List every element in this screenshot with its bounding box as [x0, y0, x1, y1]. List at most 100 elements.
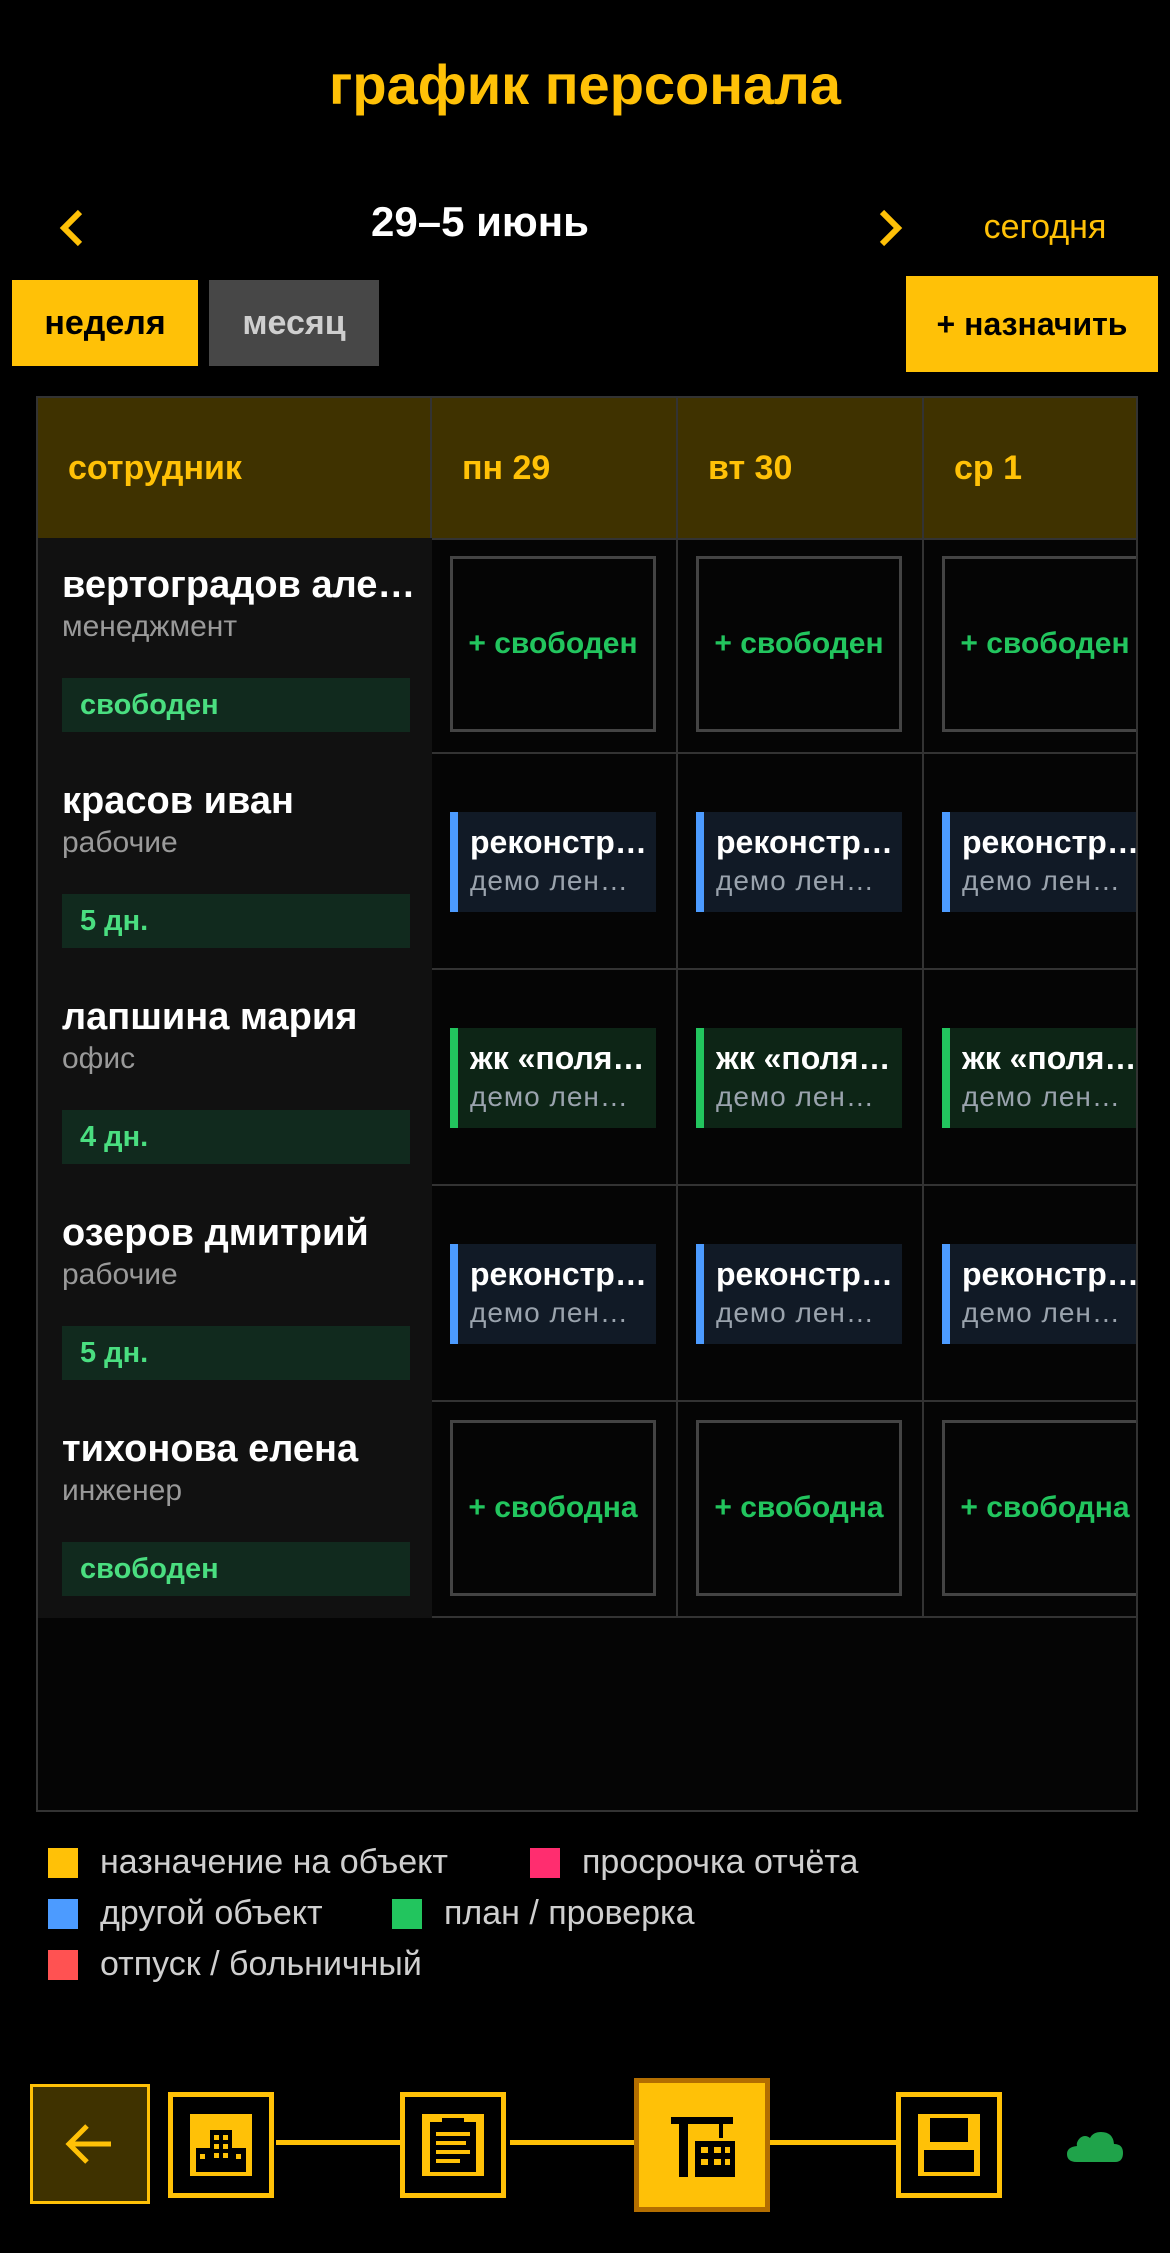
column-header-employee: сотрудник — [38, 398, 432, 538]
day-cell: + свободна — [678, 1402, 924, 1618]
date-range: 29–5 июнь — [371, 198, 589, 245]
column-header-day: вт 30 — [678, 398, 924, 538]
legend-label: отпуск / больничный — [100, 1945, 422, 1983]
floppy-disk-icon — [918, 2114, 980, 2176]
assignment-card[interactable]: реконстр… демо лен… — [696, 1244, 902, 1344]
nav-connector — [770, 2140, 896, 2145]
employee-cell[interactable]: озеров дмитрий рабочие 5 дн. — [38, 1186, 432, 1402]
assignment-address: демо лен… — [470, 1297, 629, 1328]
assignment-object: реконстр… — [716, 1256, 893, 1292]
assignment-card[interactable]: реконстр… демо лен… — [450, 812, 656, 912]
legend-item: план / проверка — [392, 1894, 695, 1933]
free-slot-button[interactable]: + свободен — [942, 556, 1136, 732]
assignment-card[interactable]: реконстр… демо лен… — [696, 812, 902, 912]
table-row: красов иван рабочие 5 дн. реконстр… демо… — [38, 754, 1136, 970]
employee-name: вертоградов але… — [62, 564, 416, 606]
legend-swatch — [48, 1847, 78, 1878]
assignment-color-bar — [450, 812, 458, 912]
employee-department: инженер — [62, 1474, 183, 1507]
assignment-object: реконстр… — [962, 824, 1138, 860]
table-row: вертоградов але… менеджмент свободен + с… — [38, 538, 1136, 754]
assignment-object: жк «поля… — [470, 1040, 645, 1076]
employee-name: красов иван — [62, 780, 294, 822]
legend-label: план / проверка — [444, 1894, 695, 1932]
employee-cell[interactable]: вертоградов але… менеджмент свободен — [38, 538, 432, 754]
table-row: тихонова елена инженер свободен + свобод… — [38, 1402, 1136, 1618]
legend-label: просрочка отчёта — [582, 1843, 859, 1881]
employee-department: рабочие — [62, 1258, 178, 1291]
legend-label: назначение на объект — [100, 1843, 448, 1881]
assignment-color-bar — [942, 1244, 950, 1344]
assignment-address: демо лен… — [716, 865, 875, 896]
legend-swatch — [48, 1898, 78, 1929]
employee-cell[interactable]: красов иван рабочие 5 дн. — [38, 754, 432, 970]
day-cell: жк «поля… демо лен… — [432, 970, 678, 1186]
day-cell: жк «поля… демо лен… — [678, 970, 924, 1186]
assign-button[interactable]: + назначить — [906, 276, 1158, 372]
assignment-card[interactable]: реконстр… демо лен… — [942, 812, 1138, 912]
prev-week-button[interactable] — [42, 198, 102, 258]
objects-button[interactable] — [168, 2092, 274, 2198]
status-badge: 5 дн. — [62, 894, 410, 948]
assignment-color-bar — [942, 812, 950, 912]
status-badge: свободен — [62, 1542, 410, 1596]
assignment-card[interactable]: жк «поля… демо лен… — [450, 1028, 656, 1128]
assignment-object: реконстр… — [962, 1256, 1138, 1292]
assignment-object: жк «поля… — [716, 1040, 891, 1076]
legend-swatch — [530, 1847, 560, 1878]
reports-button[interactable] — [400, 2092, 506, 2198]
today-button[interactable]: сегодня — [960, 208, 1130, 247]
staff-schedule-button[interactable] — [634, 2078, 770, 2212]
day-cell: + свободен — [924, 538, 1136, 754]
assignment-address: демо лен… — [962, 1081, 1121, 1112]
status-badge: 5 дн. — [62, 1326, 410, 1380]
assignment-card[interactable]: жк «поля… демо лен… — [696, 1028, 902, 1128]
day-cell: + свободна — [432, 1402, 678, 1618]
status-badge: свободен — [62, 678, 410, 732]
legend-item: назначение на объект — [48, 1843, 448, 1882]
table-header: сотрудник пн 29 вт 30 ср 1 — [38, 398, 1136, 540]
next-week-button[interactable] — [860, 198, 920, 258]
legend-item: другой объект — [48, 1894, 323, 1933]
assignment-object: реконстр… — [470, 1256, 647, 1292]
chevron-right-icon — [879, 209, 903, 247]
clipboard-icon — [422, 2114, 484, 2176]
legend-label: другой объект — [100, 1894, 323, 1932]
employee-cell[interactable]: тихонова елена инженер свободен — [38, 1402, 432, 1618]
free-slot-button[interactable]: + свободен — [450, 556, 656, 732]
sync-button[interactable] — [1060, 2114, 1130, 2174]
nav-connector — [510, 2140, 634, 2145]
day-cell: реконстр… демо лен… — [678, 1186, 924, 1402]
assignment-color-bar — [696, 1028, 704, 1128]
day-cell: реконстр… демо лен… — [432, 754, 678, 970]
employee-cell[interactable]: лапшина мария офис 4 дн. — [38, 970, 432, 1186]
save-button[interactable] — [896, 2092, 1002, 2198]
back-button[interactable] — [30, 2084, 150, 2204]
assignment-card[interactable]: жк «поля… демо лен… — [942, 1028, 1137, 1128]
free-slot-button[interactable]: + свободна — [450, 1420, 656, 1596]
legend-swatch — [392, 1898, 422, 1929]
assignment-address: демо лен… — [716, 1297, 875, 1328]
assignment-card[interactable]: реконстр… демо лен… — [450, 1244, 656, 1344]
assignment-color-bar — [696, 1244, 704, 1344]
free-slot-button[interactable]: + свободна — [696, 1420, 902, 1596]
free-slot-button[interactable]: + свободна — [942, 1420, 1136, 1596]
bottom-navigation — [0, 2070, 1170, 2220]
status-badge: 4 дн. — [62, 1110, 410, 1164]
week-view-button[interactable]: неделя — [12, 280, 198, 366]
assignment-address: демо лен… — [470, 865, 629, 896]
day-cell: реконстр… демо лен… — [432, 1186, 678, 1402]
nav-connector — [276, 2140, 400, 2145]
legend-swatch — [48, 1949, 78, 1980]
assignment-object: реконстр… — [716, 824, 893, 860]
day-cell: + свободен — [678, 538, 924, 754]
day-cell: реконстр… демо лен… — [924, 754, 1138, 970]
day-cell: реконстр… демо лен… — [924, 1186, 1138, 1402]
employee-department: офис — [62, 1042, 136, 1075]
free-slot-button[interactable]: + свободен — [696, 556, 902, 732]
assignment-object: жк «поля… — [962, 1040, 1137, 1076]
assignment-card[interactable]: реконстр… демо лен… — [942, 1244, 1138, 1344]
assignment-color-bar — [450, 1028, 458, 1128]
assignment-address: демо лен… — [716, 1081, 875, 1112]
month-view-button[interactable]: месяц — [209, 280, 379, 366]
